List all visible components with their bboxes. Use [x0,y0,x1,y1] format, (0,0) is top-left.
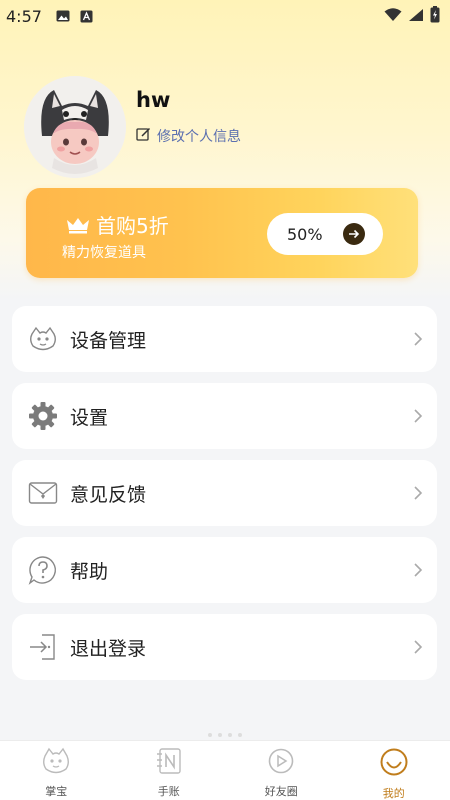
menu-item-settings[interactable]: 设置 [12,383,437,449]
promo-button-label: 50% [287,224,323,244]
logout-icon [28,632,58,662]
menu-item-device-management[interactable]: 设备管理 [12,306,437,372]
status-bar: 4:57 [0,0,450,32]
crown-icon [66,216,90,234]
wifi-icon [384,7,402,26]
a-letter-icon [80,10,93,23]
nav-item-notebook[interactable]: 手账 [113,741,226,800]
notebook-icon [156,747,182,779]
battery-charging-icon [430,5,440,27]
image-icon [56,10,70,22]
profile-section: hw 修改个人信息 [24,76,241,178]
status-time: 4:57 [6,6,42,26]
nav-item-pet[interactable]: 掌宝 [0,741,113,800]
menu-label-settings: 设置 [70,406,109,429]
menu-item-logout[interactable]: 退出登录 [12,614,437,680]
pet-icon [41,747,71,779]
page-indicator [208,733,242,737]
chevron-right-icon [413,639,423,655]
chevron-right-icon [413,331,423,347]
me-icon [379,747,409,781]
envelope-icon [28,478,58,508]
bottom-nav: 掌宝 手账 好友圈 我的 [0,740,450,800]
nav-label-notebook: 手账 [157,785,180,798]
help-icon [28,555,58,585]
nav-item-me[interactable]: 我的 [338,741,450,800]
promo-subtitle: 精力恢复道具 [62,245,146,261]
menu-item-help[interactable]: 帮助 [12,537,437,603]
promo-title: 首购5折 [96,214,169,238]
nav-label-me: 我的 [382,787,405,800]
menu-label-device-management: 设备管理 [70,329,147,352]
menu-label-help: 帮助 [70,560,109,583]
chevron-right-icon [413,408,423,424]
nav-label-friends: 好友圈 [264,785,298,798]
chevron-right-icon [413,562,423,578]
edit-profile-label: 修改个人信息 [157,129,241,145]
device-icon [28,324,58,354]
nav-item-friends[interactable]: 好友圈 [225,741,338,800]
username: hw [136,88,171,112]
edit-profile-link[interactable]: 修改个人信息 [136,126,241,146]
promo-button[interactable]: 50% [267,213,383,255]
gear-icon [28,401,58,431]
menu-item-feedback[interactable]: 意见反馈 [12,460,437,526]
arrow-right-icon [343,223,365,245]
promo-banner[interactable]: 首购5折 精力恢复道具 50% [26,188,418,278]
signal-icon [408,7,424,26]
friends-circle-icon [267,747,295,779]
avatar[interactable] [24,76,126,178]
menu-label-logout: 退出登录 [70,637,147,660]
edit-icon [136,127,151,146]
nav-label-pet: 掌宝 [45,785,68,798]
menu-label-feedback: 意见反馈 [70,483,147,506]
chevron-right-icon [413,485,423,501]
